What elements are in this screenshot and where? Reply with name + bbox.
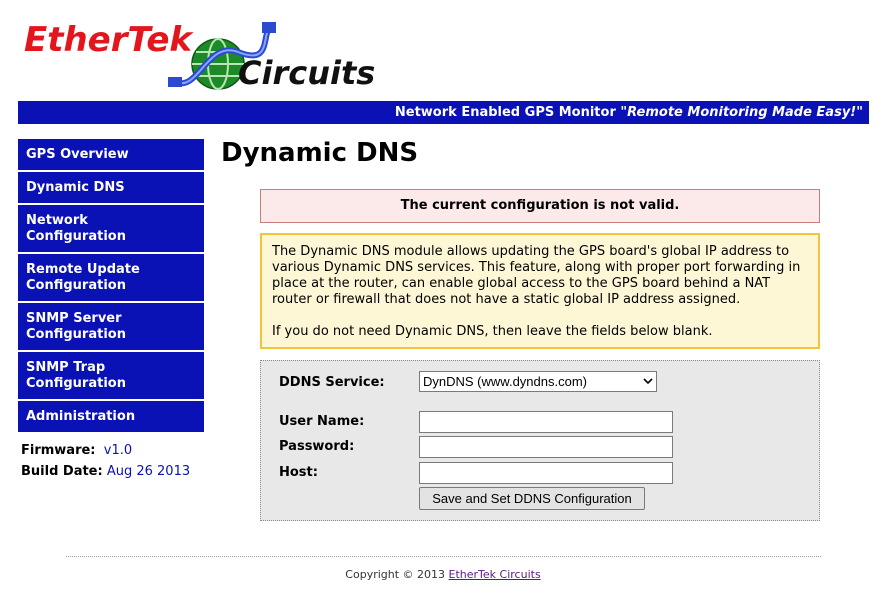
sidebar-item-administration[interactable]: Administration — [18, 401, 204, 434]
banner-slogan: "Remote Monitoring Made Easy!" — [620, 105, 863, 120]
password-label: Password: — [279, 439, 355, 454]
sidebar-item-network-configuration[interactable]: Network Configuration — [18, 205, 204, 254]
sidebar-item-label: GPS Overview — [26, 146, 129, 162]
ddns-service-value: DynDNS (www.dyndns.com) — [423, 374, 587, 389]
username-input[interactable] — [419, 411, 673, 433]
sidebar-item-label: Dynamic DNS — [26, 179, 125, 195]
logo-text-circuits: Circuits — [238, 54, 376, 92]
sidebar-item-label: Configuration — [26, 228, 126, 244]
sidebar-item-dynamic-dns[interactable]: Dynamic DNS — [18, 172, 204, 205]
header-banner: Network Enabled GPS Monitor "Remote Moni… — [18, 101, 869, 124]
sidebar-item-label: Configuration — [26, 326, 126, 342]
sidebar-item-label: Administration — [26, 408, 136, 424]
config-invalid-alert: The current configuration is not valid. — [260, 189, 820, 223]
page-title: Dynamic DNS — [221, 138, 419, 168]
footer-divider — [66, 556, 821, 557]
sidebar-item-snmp-server-configuration[interactable]: SNMP Server Configuration — [18, 303, 204, 352]
sidebar-item-label: SNMP Trap — [26, 359, 106, 375]
info-paragraph: If you do not need Dynamic DNS, then lea… — [272, 324, 713, 339]
host-label: Host: — [279, 465, 318, 480]
build-date-label: Build Date: — [21, 464, 103, 479]
firmware-label: Firmware: — [21, 443, 96, 458]
info-box: The Dynamic DNS module allows updating t… — [260, 233, 820, 349]
sidebar-item-remote-update-configuration[interactable]: Remote Update Configuration — [18, 254, 204, 303]
sidebar-item-label: SNMP Server — [26, 310, 122, 326]
sidebar-item-label: Configuration — [26, 375, 126, 391]
host-input[interactable] — [419, 462, 673, 484]
info-paragraph: The Dynamic DNS module allows updating t… — [272, 244, 801, 307]
build-date-value: Aug 26 2013 — [106, 464, 191, 479]
copyright-text: Copyright © 2013 — [345, 568, 449, 581]
password-input[interactable] — [419, 436, 673, 458]
firmware-info: Firmware: v1.0 Build Date: Aug 26 2013 — [18, 440, 204, 482]
ddns-form: DDNS Service: DynDNS (www.dyndns.com) Us… — [260, 360, 820, 521]
sidebar-item-label: Configuration — [26, 277, 126, 293]
logo-text-ethertek: EtherTek — [24, 20, 192, 60]
chevron-down-icon — [643, 378, 653, 385]
save-ddns-button[interactable]: Save and Set DDNS Configuration — [419, 487, 645, 510]
sidebar-item-label: Network — [26, 212, 88, 228]
ddns-service-select[interactable]: DynDNS (www.dyndns.com) — [419, 371, 657, 392]
sidebar-item-label: Remote Update — [26, 261, 140, 277]
firmware-value: v1.0 — [103, 443, 133, 458]
username-label: User Name: — [279, 414, 365, 429]
sidebar: GPS Overview Dynamic DNS Network Configu… — [18, 139, 204, 482]
ethertek-link[interactable]: EtherTek Circuits — [449, 568, 541, 581]
sidebar-item-snmp-trap-configuration[interactable]: SNMP Trap Configuration — [18, 352, 204, 401]
ddns-service-label: DDNS Service: — [279, 375, 385, 390]
footer: Copyright © 2013 EtherTek Circuits — [0, 568, 886, 581]
sidebar-item-gps-overview[interactable]: GPS Overview — [18, 139, 204, 172]
ethertek-logo: EtherTek Circuits — [18, 18, 378, 98]
banner-product: Network Enabled GPS Monitor — [394, 105, 621, 120]
